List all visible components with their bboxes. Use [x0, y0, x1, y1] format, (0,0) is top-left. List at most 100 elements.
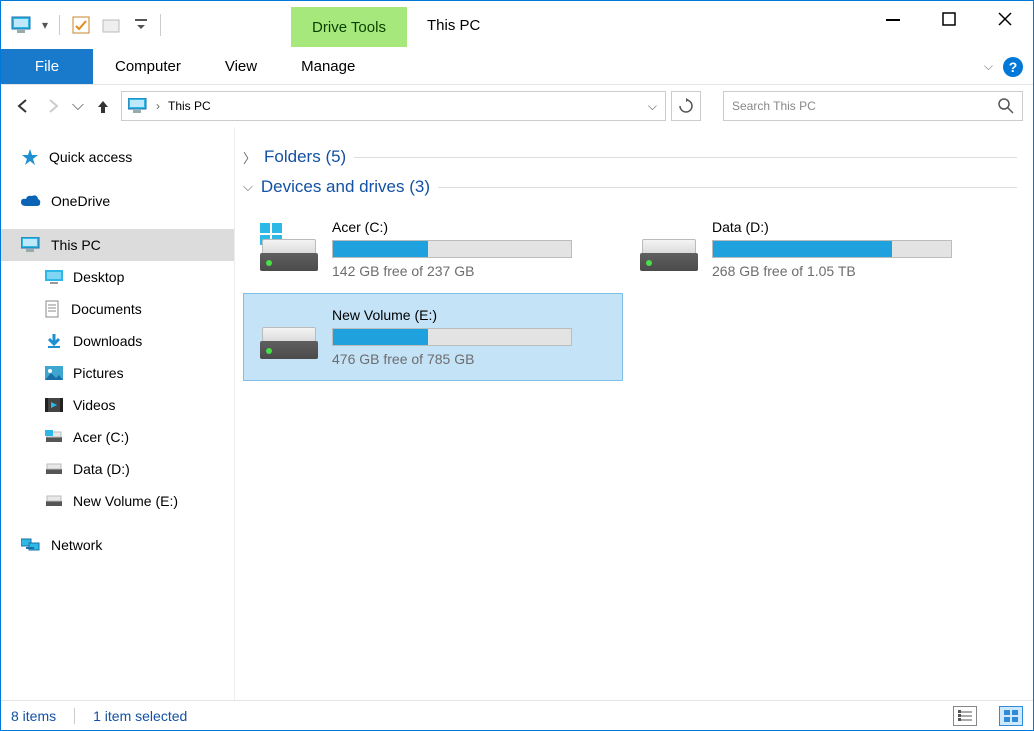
drive-free-text: 268 GB free of 1.05 TB — [712, 263, 992, 279]
address-bar[interactable]: › This PC ⌵ — [121, 91, 666, 121]
ribbon-collapse-icon[interactable]: ⌵ — [984, 49, 997, 84]
address-dropdown-icon[interactable]: ⌵ — [648, 99, 665, 114]
drive-free-text: 142 GB free of 237 GB — [332, 263, 612, 279]
group-label: Devices and drives (3) — [261, 177, 430, 197]
drives-grid: Acer (C:) 142 GB free of 237 GB Data (D:… — [243, 205, 1017, 381]
breadcrumb-location[interactable]: This PC — [168, 99, 211, 113]
label: This PC — [51, 237, 101, 253]
new-folder-icon[interactable] — [98, 12, 124, 38]
help-icon[interactable]: ? — [1003, 57, 1023, 77]
file-tab[interactable]: File — [1, 49, 93, 84]
sidebar-item-drive-c[interactable]: Acer (C:) — [1, 421, 234, 453]
separator — [74, 708, 75, 724]
separator — [160, 14, 161, 36]
drive-tile[interactable]: Data (D:) 268 GB free of 1.05 TB — [623, 205, 1003, 293]
sidebar-item-documents[interactable]: Documents — [1, 293, 234, 325]
pc-icon — [21, 237, 41, 253]
drive-name: Acer (C:) — [332, 219, 612, 235]
drive-icon — [640, 225, 698, 273]
separator — [59, 15, 60, 35]
back-button[interactable] — [11, 94, 35, 118]
search-placeholder: Search This PC — [732, 99, 816, 113]
drive-tile[interactable]: New Volume (E:) 476 GB free of 785 GB — [243, 293, 623, 381]
maximize-button[interactable] — [921, 1, 977, 37]
search-input[interactable]: Search This PC — [723, 91, 1023, 121]
sidebar-item-onedrive[interactable]: OneDrive — [1, 185, 234, 217]
quick-access-toolbar: ▾ — [1, 1, 291, 49]
label: Acer (C:) — [73, 429, 129, 445]
explorer-window: ▾ Drive Tools This PC — [0, 0, 1034, 731]
drive-icon — [260, 313, 318, 361]
context-tab-group[interactable]: Drive Tools — [291, 7, 407, 47]
tab-computer[interactable]: Computer — [93, 49, 203, 84]
drive-info: Acer (C:) 142 GB free of 237 GB — [332, 219, 612, 279]
properties-icon[interactable] — [68, 12, 94, 38]
sidebar-item-desktop[interactable]: Desktop — [1, 261, 234, 293]
chevron-down-icon: ⌵ — [243, 179, 253, 195]
pc-icon — [128, 98, 148, 114]
cloud-icon — [21, 194, 41, 208]
chevron-right-icon: 〉 — [243, 148, 256, 167]
network-icon — [21, 537, 41, 553]
status-selection: 1 item selected — [93, 708, 187, 724]
document-icon — [45, 300, 61, 318]
label: Pictures — [73, 365, 124, 381]
rule — [354, 157, 1017, 158]
pictures-icon — [45, 366, 63, 380]
qat-dropdown-icon[interactable]: ▾ — [39, 12, 51, 38]
rule — [438, 187, 1017, 188]
refresh-button[interactable] — [671, 91, 701, 121]
sidebar-item-network[interactable]: Network — [1, 529, 234, 561]
pc-icon[interactable] — [9, 12, 35, 38]
label: New Volume (E:) — [73, 493, 178, 509]
minimize-button[interactable] — [865, 1, 921, 37]
recent-locations-button[interactable]: ⌵ — [71, 94, 85, 118]
sidebar-item-downloads[interactable]: Downloads — [1, 325, 234, 357]
desktop-icon — [45, 270, 63, 284]
star-icon — [21, 148, 39, 166]
tab-manage[interactable]: Manage — [279, 49, 377, 84]
label: Documents — [71, 301, 142, 317]
label: Videos — [73, 397, 116, 413]
tab-view[interactable]: View — [203, 49, 279, 84]
drive-free-text: 476 GB free of 785 GB — [332, 351, 612, 367]
sidebar-item-quick-access[interactable]: Quick access — [1, 141, 234, 173]
window-controls — [865, 1, 1033, 49]
sidebar-item-pictures[interactable]: Pictures — [1, 357, 234, 389]
drive-info: Data (D:) 268 GB free of 1.05 TB — [712, 219, 992, 279]
drive-icon — [45, 462, 63, 476]
drive-icon — [45, 494, 63, 508]
label: Desktop — [73, 269, 124, 285]
drive-tile[interactable]: Acer (C:) 142 GB free of 237 GB — [243, 205, 623, 293]
status-bar: 8 items 1 item selected — [1, 700, 1033, 730]
capacity-bar — [332, 240, 572, 258]
group-drives-header[interactable]: ⌵ Devices and drives (3) — [243, 177, 1017, 197]
breadcrumb-separator-icon[interactable]: › — [156, 99, 160, 113]
sidebar-item-drive-d[interactable]: Data (D:) — [1, 453, 234, 485]
ribbon-tabs: File Computer View Manage ⌵ ? — [1, 49, 1033, 85]
drive-icon — [260, 225, 318, 273]
drive-name: New Volume (E:) — [332, 307, 612, 323]
status-item-count: 8 items — [11, 708, 56, 724]
content-area: 〉 Folders (5) ⌵ Devices and drives (3) A… — [235, 127, 1033, 700]
label: Data (D:) — [73, 461, 130, 477]
close-button[interactable] — [977, 1, 1033, 37]
body: Quick access OneDrive This PC Desktop — [1, 127, 1033, 700]
up-button[interactable] — [91, 94, 115, 118]
drive-name: Data (D:) — [712, 219, 992, 235]
sidebar-item-videos[interactable]: Videos — [1, 389, 234, 421]
forward-button[interactable] — [41, 94, 65, 118]
details-view-button[interactable] — [953, 706, 977, 726]
sidebar-item-drive-e[interactable]: New Volume (E:) — [1, 485, 234, 517]
search-icon[interactable] — [998, 98, 1014, 114]
sidebar-item-this-pc[interactable]: This PC — [1, 229, 234, 261]
label: Downloads — [73, 333, 142, 349]
videos-icon — [45, 398, 63, 412]
customize-qat-icon[interactable] — [128, 12, 154, 38]
tiles-view-button[interactable] — [999, 706, 1023, 726]
label: OneDrive — [51, 193, 110, 209]
label: Quick access — [49, 149, 132, 165]
capacity-bar — [712, 240, 952, 258]
group-folders-header[interactable]: 〉 Folders (5) — [243, 147, 1017, 167]
title-bar: ▾ Drive Tools This PC — [1, 1, 1033, 49]
